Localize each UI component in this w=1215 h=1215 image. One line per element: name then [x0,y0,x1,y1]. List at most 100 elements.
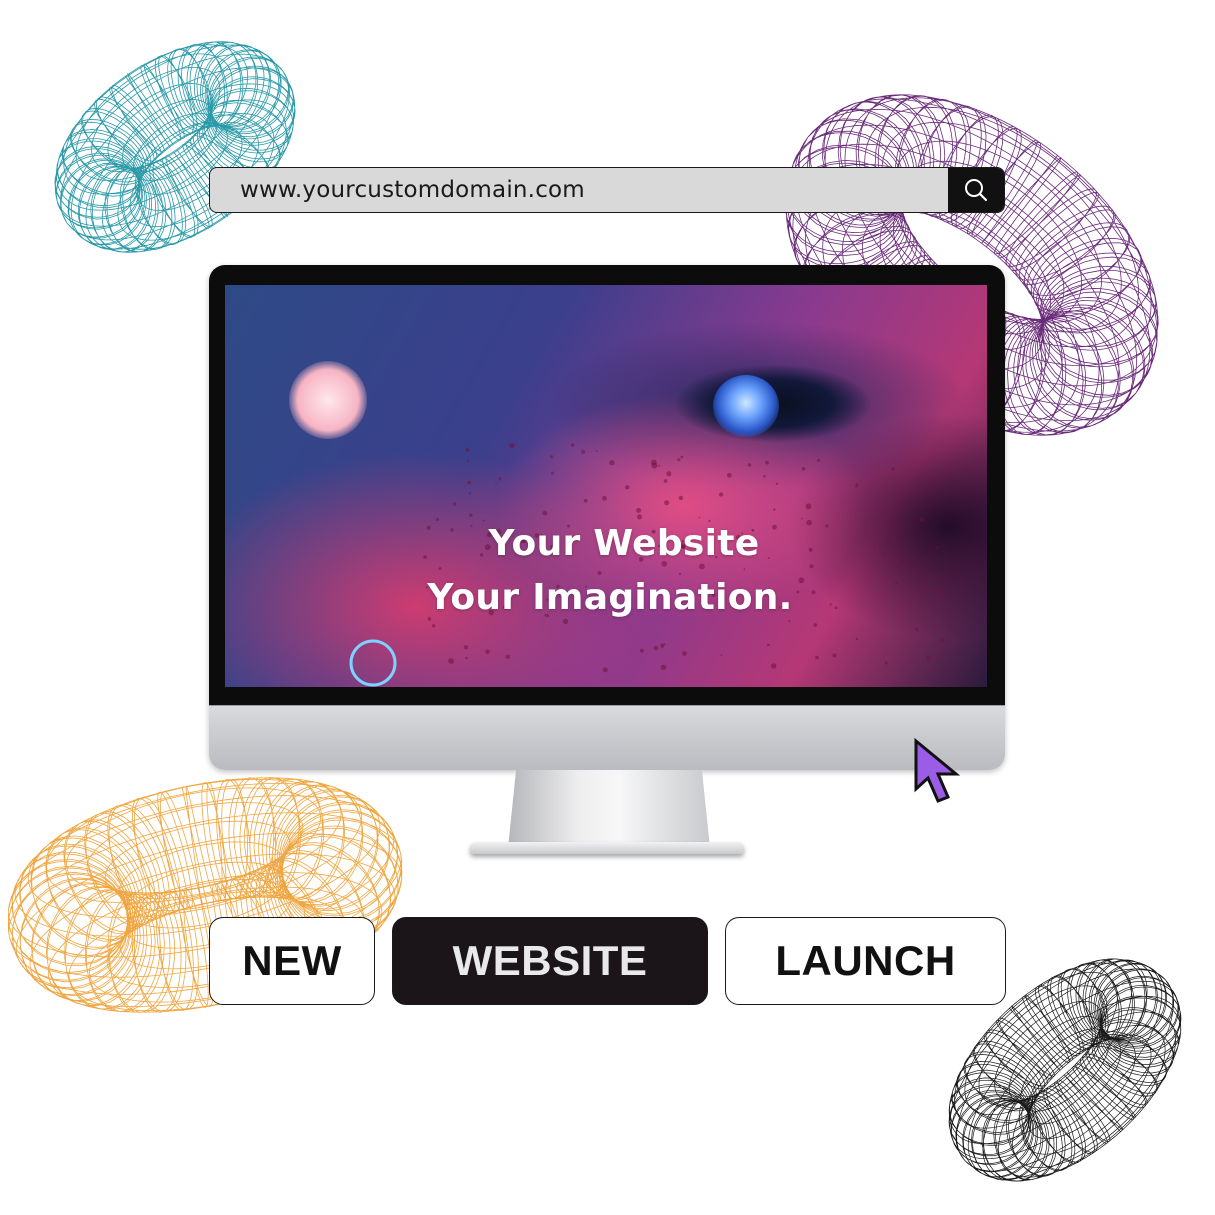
freckle-dot [809,564,814,569]
website-button[interactable]: WEBSITE [392,917,708,1005]
freckle-dot [763,475,766,478]
monitor-bezel: Your Website Your Imagination. [209,265,1005,705]
freckle-dot [465,447,470,452]
freckle-dot [855,637,859,640]
pointer-cursor-icon [914,737,961,803]
monitor-stand-base [470,842,744,854]
freckle-dot [767,643,770,647]
freckle-dot [432,624,436,628]
freckle-dot [495,482,497,484]
freckle-dot [583,498,588,503]
freckle-dot [597,571,602,575]
freckle-dot [678,495,684,501]
freckle-dot [581,449,586,454]
hero-headline-line1: Your Website [488,523,760,564]
freckle-dot [884,661,888,665]
freckle-dot [636,514,643,520]
freckle-dot [915,627,919,632]
freckle-dot [660,664,667,671]
url-text[interactable]: www.yourcustomdomain.com [210,177,948,203]
freckle-dot [551,471,555,475]
freckle-dot [788,620,791,623]
freckle-dot [602,667,608,673]
freckle-dot [550,455,554,459]
freckle-dot [639,648,644,653]
nose-ring [349,639,397,687]
freckle-dot [894,564,898,569]
freckle-dot [658,464,661,467]
freckle-dot [832,653,837,658]
freckle-dot [505,654,510,659]
freckle-dot [653,645,659,651]
freckle-dot [677,458,681,462]
freckle-dot [468,492,471,495]
freckle-dot [890,504,892,507]
freckle-dot [680,455,684,459]
desktop-monitor: Your Website Your Imagination. [209,265,1005,770]
url-bar[interactable]: www.yourcustomdomain.com [209,167,1005,213]
freckle-dot [663,479,668,483]
freckle-dot [435,517,440,521]
freckle-dot [813,623,818,627]
freckle-dot [801,517,803,520]
freckle-dot [805,503,812,510]
freckle-dot [542,510,548,516]
monitor-chin [209,705,1005,770]
freckle-dot [719,492,724,497]
freckle-dot [773,508,776,511]
hero-headline-line2: Your Imagination. [427,577,793,618]
freckle-dot [469,513,473,517]
freckle-dot [720,654,723,656]
freckle-dot [602,495,607,501]
monitor-screen: Your Website Your Imagination. [225,285,987,687]
freckle-dot [438,567,442,570]
freckle-dot [939,637,945,643]
freckle-dot [482,519,485,522]
freckle-dot [625,485,630,490]
freckle-dot [765,460,769,465]
freckle-dot [664,500,670,506]
freckles-texture [349,443,945,687]
freckle-dot [562,618,569,624]
freckle-dot [708,519,711,523]
freckle-dot [467,480,472,485]
freckle-dot [570,443,575,447]
freckle-dot [817,458,821,462]
freckle-dot [448,658,454,664]
freckle-dot [801,466,806,471]
teal-torus-decoration [54,41,296,253]
freckle-dot [682,651,687,656]
freckle-dot [466,459,470,462]
freckle-dot [775,482,779,485]
launch-button[interactable]: LAUNCH [725,917,1006,1005]
freckle-dot [609,460,615,466]
freckle-dot [855,484,859,488]
freckle-dot [666,471,672,477]
monitor-stand [508,770,710,848]
freckle-dot [678,572,682,576]
freckle-dot [498,477,502,481]
freckle-dot [452,502,457,506]
freckle-dot [771,663,777,669]
freckle-dot [463,645,468,650]
freckle-dot [743,568,746,571]
freckle-dot [509,443,515,449]
freckle-dot [727,472,732,478]
search-button[interactable] [948,168,1004,212]
freckle-dot [698,516,701,519]
freckle-dot [747,463,752,467]
freckle-dot [636,507,642,513]
freckle-dot [465,656,468,660]
freckle-dot [925,655,932,661]
freckle-dot [891,467,895,471]
freckle-dot [699,563,705,570]
freckle-dot [651,459,657,466]
freckle-dot [815,655,819,660]
torus-mesh [54,41,296,253]
freckle-dot [596,450,598,453]
freckle-dot [663,643,666,646]
new-button[interactable]: NEW [209,917,375,1005]
freckle-dot [919,517,924,522]
search-icon [965,179,988,202]
freckle-dot [485,649,490,655]
